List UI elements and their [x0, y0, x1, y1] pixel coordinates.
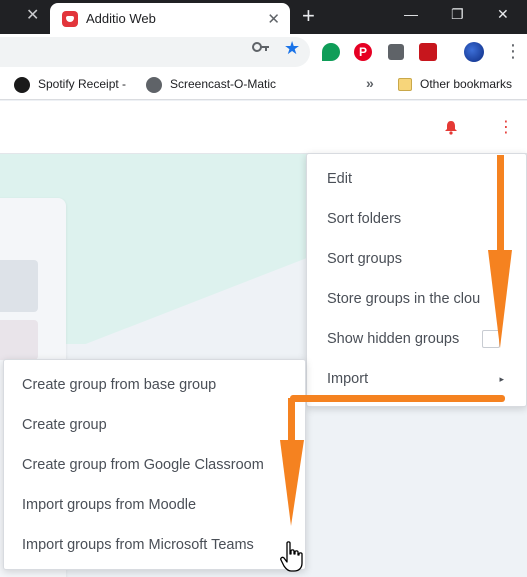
import-submenu: Create group from base group Create grou… — [3, 359, 306, 570]
show-hidden-groups-label: Show hidden groups — [327, 331, 460, 347]
tab-additio-web[interactable]: Additio Web ✕ — [50, 3, 290, 34]
minimize-button[interactable]: — — [404, 6, 418, 22]
previous-tab-close-icon[interactable]: ✕ — [26, 8, 39, 24]
import-label: Import — [327, 371, 369, 387]
hangouts-extension-icon[interactable] — [322, 43, 340, 61]
other-bookmarks[interactable]: Other bookmarks — [420, 77, 512, 91]
key-icon[interactable] — [252, 40, 270, 58]
restore-button[interactable]: ❐ — [451, 6, 464, 23]
menu-item-sort-folders[interactable]: Sort folders — [307, 199, 526, 239]
screen-recorder-extension-icon[interactable] — [388, 44, 404, 60]
menu-item-import[interactable]: Import ▸ — [307, 359, 526, 399]
app-header: ⋮ — [0, 101, 527, 154]
submenu-item-import-from-microsoft-teams[interactable]: Import groups from Microsoft Teams — [4, 525, 305, 565]
submenu-item-create-group[interactable]: Create group — [4, 405, 305, 445]
annotation-connector-line — [290, 395, 505, 402]
bell-icon[interactable] — [444, 120, 458, 135]
window-close-button[interactable]: ✕ — [497, 6, 509, 23]
bookmarks-bar: Spotify Receipt - Screencast-O-Matic » O… — [0, 70, 527, 100]
submenu-item-create-from-google-classroom[interactable]: Create group from Google Classroom — [4, 445, 305, 485]
additio-favicon-icon — [62, 11, 78, 27]
hand-cursor-icon — [280, 541, 303, 572]
more-vert-icon[interactable]: ⋮ — [498, 120, 514, 136]
folder-icon — [398, 78, 412, 91]
pinterest-extension-icon[interactable]: P — [354, 43, 372, 61]
menu-item-edit[interactable]: Edit — [307, 159, 526, 199]
more-bookmarks-chevron-icon[interactable]: » — [366, 75, 374, 91]
submenu-item-import-from-moodle[interactable]: Import groups from Moodle — [4, 485, 305, 525]
spotify-icon — [14, 77, 30, 93]
globe-icon — [146, 77, 162, 93]
browser-menu-icon[interactable]: ⋮ — [504, 42, 522, 60]
pdf-extension-icon[interactable] — [419, 43, 437, 61]
tab-title: Additio Web — [86, 11, 156, 26]
group-tile[interactable] — [0, 320, 38, 360]
bookmark-spotify-receipt[interactable]: Spotify Receipt - — [38, 77, 126, 91]
bookmark-screencast-o-matic[interactable]: Screencast-O-Matic — [170, 77, 276, 91]
annotation-arrow-head-icon — [488, 250, 512, 348]
chevron-right-icon: ▸ — [499, 374, 504, 384]
annotation-arrow-shaft — [497, 155, 504, 265]
submenu-item-create-from-base-group[interactable]: Create group from base group — [4, 365, 305, 405]
profile-avatar[interactable] — [464, 42, 484, 62]
annotation-arrow-head-icon — [280, 440, 304, 526]
tab-close-icon[interactable]: ✕ — [267, 10, 280, 28]
group-tile[interactable] — [0, 260, 38, 312]
browser-tab-bar: ✕ Additio Web ✕ + — ❐ ✕ — [0, 0, 527, 34]
new-tab-button[interactable]: + — [302, 5, 315, 27]
browser-toolbar: ★ P ⋮ — [0, 34, 527, 70]
bookmark-star-icon[interactable]: ★ — [284, 38, 300, 59]
